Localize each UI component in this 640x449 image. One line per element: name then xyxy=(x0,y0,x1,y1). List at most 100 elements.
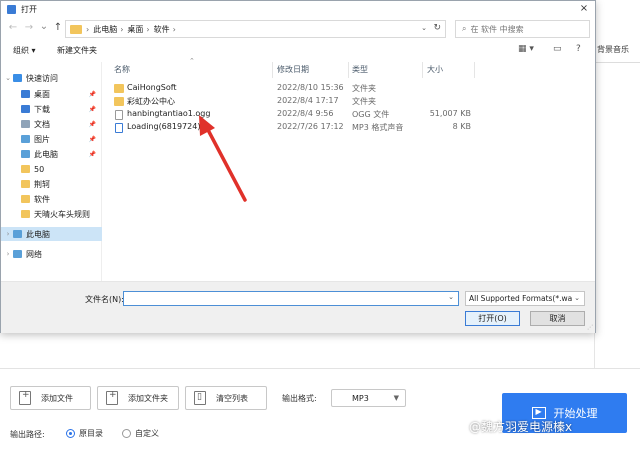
dialog-app-icon xyxy=(7,5,16,14)
file-size: 8 KB xyxy=(452,122,471,131)
nav-item-label: 荆轲 xyxy=(34,179,50,189)
table-row[interactable]: CaiHongSoft 2022/8/10 15:36 文件夹 xyxy=(104,82,595,95)
help-icon[interactable]: ? xyxy=(576,44,581,54)
nav-item[interactable]: 50 xyxy=(1,162,102,176)
pin-icon: 📌 xyxy=(88,105,96,113)
new-folder-button[interactable]: 新建文件夹 xyxy=(57,45,97,56)
cancel-button[interactable]: 取消 xyxy=(530,311,585,326)
nav-item[interactable]: › 此电脑 xyxy=(1,227,102,241)
file-name: 彩虹办公中心 xyxy=(127,97,175,106)
nav-item[interactable]: 下载 📌 xyxy=(1,102,102,116)
add-folder-button[interactable]: 添加文件夹 xyxy=(97,386,179,410)
app-right-panel: 背景音乐 xyxy=(594,0,640,370)
navigation-row: ← → ⌄ ↑ › 此电脑 › 桌面 › 软件 › ⌄ ↻ ⌕ 在 软件 中搜索 xyxy=(1,18,595,40)
nav-item-label: 文档 xyxy=(34,119,50,129)
breadcrumb-separator[interactable]: › xyxy=(173,25,176,34)
clear-list-button[interactable]: 清空列表 xyxy=(185,386,267,410)
organize-button[interactable]: 组织 ▾ xyxy=(13,45,36,56)
trash-icon xyxy=(194,391,206,405)
file-type: 文件夹 xyxy=(352,84,376,93)
breadcrumb-desktop[interactable]: 桌面 xyxy=(127,24,143,35)
add-file-icon xyxy=(19,390,31,405)
table-row[interactable]: Loading(6819724) 2022/7/26 17:12 MP3 格式声音 8… xyxy=(104,121,595,134)
breadcrumb-this-pc[interactable]: 此电脑 xyxy=(93,24,117,35)
search-input[interactable]: ⌕ 在 软件 中搜索 xyxy=(455,20,590,38)
close-button[interactable]: × xyxy=(577,2,591,16)
breadcrumb-separator: › xyxy=(86,24,90,34)
file-name: Loading(6819724) xyxy=(127,122,201,131)
nav-item-label: 天晴火车头规则 xyxy=(34,209,90,219)
radio-custom-directory[interactable]: 自定义 xyxy=(122,428,159,439)
chevron-icon[interactable]: ⌄ xyxy=(3,74,13,82)
nav-item[interactable]: ⌄ 快速访问 xyxy=(1,71,102,85)
refresh-icon[interactable]: ↻ xyxy=(433,23,441,33)
star-icon xyxy=(13,74,22,82)
file-date: 2022/8/4 9:56 xyxy=(277,109,334,118)
filename-input[interactable]: ⌄ xyxy=(123,291,459,306)
computer-icon xyxy=(13,230,22,238)
column-header-date[interactable]: 修改日期 xyxy=(277,64,309,75)
resize-grip-icon[interactable]: ⋰ xyxy=(587,324,593,331)
chevron-down-icon[interactable]: ⌄ xyxy=(421,24,427,32)
folder-icon xyxy=(21,210,30,218)
chevron-icon[interactable]: › xyxy=(3,230,13,238)
output-format-label: 输出格式: xyxy=(282,394,317,403)
column-divider[interactable] xyxy=(272,62,273,78)
divider xyxy=(595,62,640,63)
search-icon: ⌕ xyxy=(462,24,467,33)
file-type-filter-select[interactable]: All Supported Formats(*.wav ⌄ xyxy=(465,291,585,306)
output-format-select[interactable]: MP3 ▼ xyxy=(331,389,406,407)
radio-original-directory[interactable]: 原目录 xyxy=(66,428,103,439)
pin-icon: 📌 xyxy=(88,120,96,128)
forward-arrow-icon[interactable]: → xyxy=(23,22,35,33)
nav-item[interactable]: 桌面 📌 xyxy=(1,87,102,101)
folder-icon xyxy=(21,165,30,173)
file-date: 2022/8/4 17:17 xyxy=(277,96,339,105)
preview-pane-icon[interactable]: ▭ xyxy=(553,44,562,54)
file-size: 51,007 KB xyxy=(429,109,471,118)
column-header-type[interactable]: 类型 xyxy=(352,64,368,75)
add-file-button[interactable]: 添加文件 xyxy=(10,386,91,410)
column-divider[interactable] xyxy=(348,62,349,78)
file-type-filter-value: All Supported Formats(*.wav xyxy=(469,294,577,303)
network-icon xyxy=(13,250,22,258)
recent-locations-icon[interactable]: ⌄ xyxy=(38,21,50,32)
nav-item[interactable]: 软件 xyxy=(1,192,102,206)
chevron-icon[interactable]: › xyxy=(3,250,13,258)
column-divider[interactable] xyxy=(422,62,423,78)
add-file-label: 添加文件 xyxy=(41,393,73,403)
dialog-title: 打开 xyxy=(21,5,37,14)
folder-icon xyxy=(21,180,30,188)
nav-item[interactable]: 文档 📌 xyxy=(1,117,102,131)
column-divider[interactable] xyxy=(474,62,475,78)
computer-icon xyxy=(21,150,30,158)
nav-item[interactable]: 荆轲 xyxy=(1,177,102,191)
nav-item-label: 软件 xyxy=(34,194,50,204)
nav-item[interactable]: 天晴火车头规则 xyxy=(1,207,102,221)
breadcrumb-separator[interactable]: › xyxy=(146,25,149,34)
dialog-bottom-area: 文件名(N): ⌄ All Supported Formats(*.wav ⌄ … xyxy=(1,281,595,333)
radio-custom-label: 自定义 xyxy=(135,429,159,438)
file-icon xyxy=(115,110,123,120)
back-arrow-icon[interactable]: ← xyxy=(7,22,19,33)
file-date: 2022/8/10 15:36 xyxy=(277,83,344,92)
nav-item[interactable]: 此电脑 📌 xyxy=(1,147,102,161)
nav-item[interactable]: 图片 📌 xyxy=(1,132,102,146)
watermark: @魏方羽爱电源榛x xyxy=(469,420,573,434)
search-placeholder: 在 软件 中搜索 xyxy=(470,24,524,34)
breadcrumb-software[interactable]: 软件 xyxy=(154,24,170,35)
breadcrumb-separator[interactable]: › xyxy=(120,25,123,34)
column-header-size[interactable]: 大小 xyxy=(427,64,443,75)
nav-item[interactable]: › 网络 xyxy=(1,247,102,261)
table-row[interactable]: 彩虹办公中心 2022/8/4 17:17 文件夹 xyxy=(104,95,595,108)
column-header-name[interactable]: 名称 xyxy=(114,64,130,75)
view-options-icon[interactable]: ▦ ▾ xyxy=(518,44,534,54)
chevron-down-icon[interactable]: ⌄ xyxy=(448,293,454,301)
up-arrow-icon[interactable]: ↑ xyxy=(52,22,64,33)
dialog-titlebar[interactable]: 打开 × xyxy=(1,1,595,18)
nav-item-label: 50 xyxy=(34,164,45,174)
address-bar[interactable]: › 此电脑 › 桌面 › 软件 › ⌄ ↻ xyxy=(65,20,446,38)
table-row[interactable]: hanbingtantiao1.ogg 2022/8/4 9:56 OGG 文件 51… xyxy=(104,108,595,121)
background-music-label[interactable]: 背景音乐 xyxy=(597,44,629,55)
open-button[interactable]: 打开(O) xyxy=(465,311,520,326)
